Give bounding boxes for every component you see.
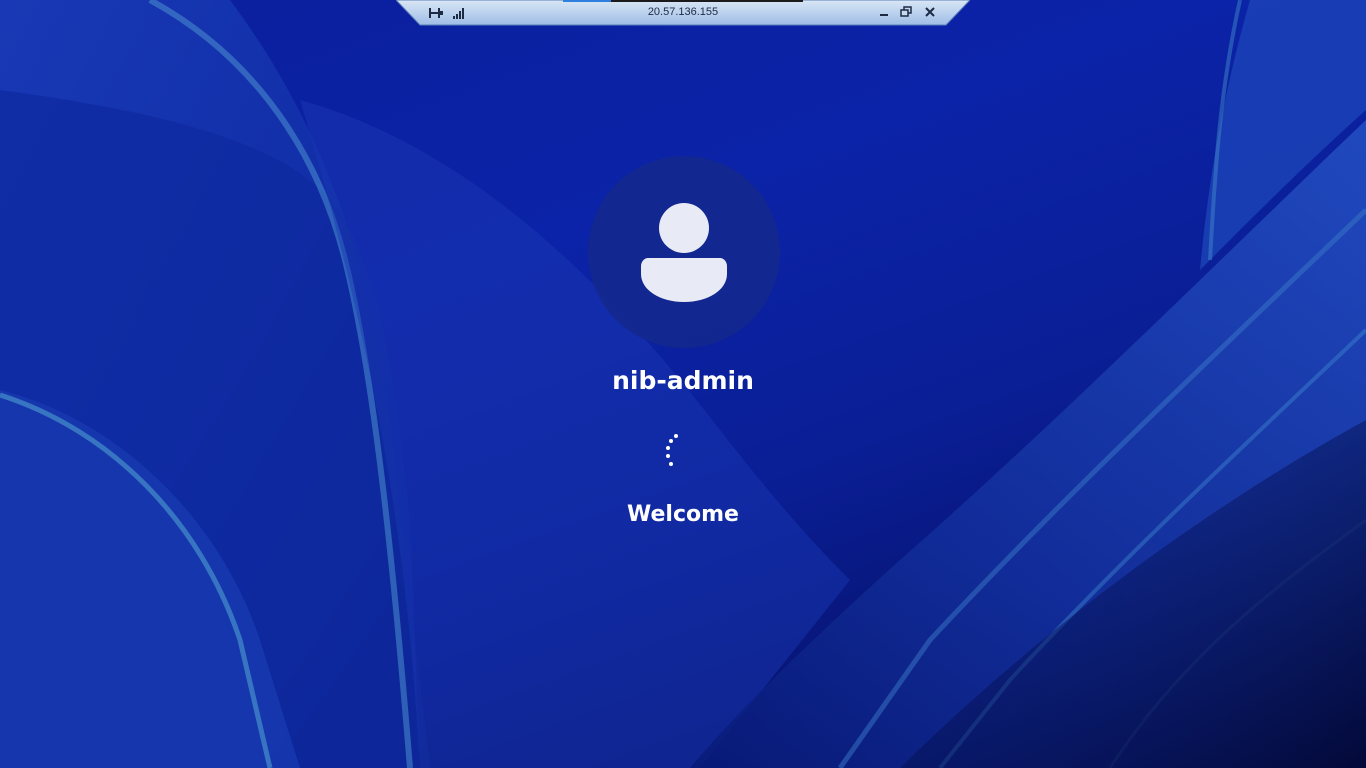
connection-progress-fill bbox=[563, 0, 611, 2]
username-label: nib-admin bbox=[612, 366, 754, 395]
close-icon[interactable] bbox=[922, 4, 938, 20]
rdp-connection-bar: 20.57.136.155 bbox=[396, 0, 970, 26]
pin-icon[interactable] bbox=[428, 5, 444, 19]
minimize-icon[interactable] bbox=[876, 4, 892, 20]
user-avatar bbox=[588, 156, 780, 348]
connection-progress-bar bbox=[563, 0, 803, 2]
restore-icon[interactable] bbox=[898, 4, 914, 20]
login-screen: 20.57.136.155 nib-admin Welcome bbox=[0, 0, 1366, 768]
user-avatar-icon bbox=[641, 203, 727, 302]
loading-spinner-icon bbox=[658, 432, 688, 472]
login-status-text: Welcome bbox=[627, 502, 739, 527]
remote-host-address: 20.57.136.155 bbox=[647, 6, 719, 18]
connection-signal-icon[interactable] bbox=[452, 5, 466, 19]
